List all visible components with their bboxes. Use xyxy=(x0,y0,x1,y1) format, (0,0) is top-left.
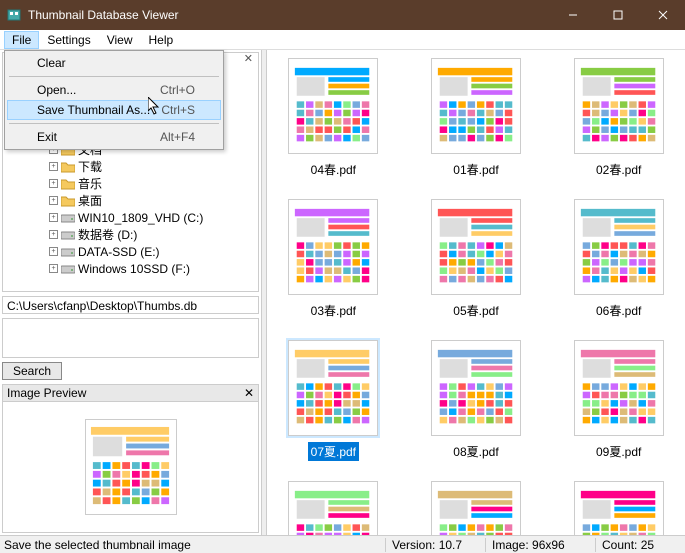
menu-item-open[interactable]: Open...Ctrl+O xyxy=(7,80,221,100)
menu-view[interactable]: View xyxy=(99,31,141,49)
thumbnail-filename: 06春.pdf xyxy=(593,301,644,320)
tree-item[interactable]: + 音乐 xyxy=(15,175,258,192)
expander-icon[interactable]: + xyxy=(49,162,58,171)
status-version: Version: 10.7 xyxy=(385,538,485,552)
thumbnail-image xyxy=(288,58,378,154)
expander-icon[interactable]: + xyxy=(49,213,58,222)
thumbnail-image xyxy=(288,199,378,295)
tree-item-label: Windows 10SSD (F:) xyxy=(78,262,190,276)
thumbnail-item[interactable]: 08夏.pdf xyxy=(420,338,533,461)
preview-close-icon[interactable]: ✕ xyxy=(244,386,254,400)
thumbnail-filename: 08夏.pdf xyxy=(450,442,501,461)
expander-icon[interactable]: + xyxy=(49,196,58,205)
tree-item[interactable]: + 下载 xyxy=(15,158,258,175)
thumbnail-image xyxy=(431,58,521,154)
menu-item-exit[interactable]: ExitAlt+F4 xyxy=(7,127,221,147)
tree-close-icon[interactable]: ✕ xyxy=(244,52,253,65)
thumbnail-image xyxy=(431,199,521,295)
search-button[interactable]: Search xyxy=(2,362,62,380)
thumbnail-filename: 07夏.pdf xyxy=(308,442,359,461)
tree-item[interactable]: + DATA-SSD (E:) xyxy=(15,243,258,260)
thumbnail-filename: 04春.pdf xyxy=(308,160,359,179)
minimize-button[interactable] xyxy=(550,0,595,30)
thumbnail-image xyxy=(574,340,664,436)
thumbnail-filename: 09夏.pdf xyxy=(593,442,644,461)
preview-title: Image Preview xyxy=(7,386,86,400)
maximize-button[interactable] xyxy=(595,0,640,30)
thumbnail-gallery[interactable]: 04春.pdf 01春.pdf 02春.pdf 03春.pdf 05春.pdf 06春.p… xyxy=(267,50,685,535)
thumbnail-image xyxy=(431,340,521,436)
close-button[interactable] xyxy=(640,0,685,30)
tree-item-label: DATA-SSD (E:) xyxy=(78,245,160,259)
image-preview xyxy=(2,402,259,533)
thumbnail-item[interactable]: 11夏.pdf xyxy=(420,479,533,535)
thumbnail-item[interactable]: 06春.pdf xyxy=(562,197,675,320)
expander-icon[interactable]: + xyxy=(49,179,58,188)
menu-settings[interactable]: Settings xyxy=(39,31,98,49)
thumbnail-item[interactable]: 04春.pdf xyxy=(277,56,390,179)
preview-header: Image Preview ✕ xyxy=(2,384,259,402)
tree-item-label: 桌面 xyxy=(78,192,102,209)
thumbnail-image xyxy=(574,199,664,295)
menu-separator xyxy=(9,76,219,77)
tree-item[interactable]: + 数据卷 (D:) xyxy=(15,226,258,243)
menu-item-save-thumbnail[interactable]: Save Thumbnail As...Ctrl+S xyxy=(7,100,221,120)
tree-item[interactable]: + WIN10_1809_VHD (C:) xyxy=(15,209,258,226)
titlebar: Thumbnail Database Viewer xyxy=(0,0,685,30)
status-count: Count: 25 xyxy=(595,538,685,552)
thumbnail-image xyxy=(288,340,378,436)
tree-item-label: 下载 xyxy=(78,158,102,175)
thumbnail-image xyxy=(574,481,664,535)
status-hint: Save the selected thumbnail image xyxy=(0,538,385,552)
thumbnail-filename: 03春.pdf xyxy=(308,301,359,320)
window-title: Thumbnail Database Viewer xyxy=(28,8,550,22)
thumbnail-filename: 02春.pdf xyxy=(593,160,644,179)
tree-item[interactable]: + Windows 10SSD (F:) xyxy=(15,260,258,277)
thumbnail-item[interactable]: 10夏.pdf xyxy=(277,479,390,535)
thumbnail-item[interactable]: 09夏.pdf xyxy=(562,338,675,461)
thumbnail-item[interactable]: 05春.pdf xyxy=(420,197,533,320)
tree-item-label: 音乐 xyxy=(78,175,102,192)
thumbnail-item[interactable]: 02春.pdf xyxy=(562,56,675,179)
menu-separator xyxy=(9,123,219,124)
thumbnail-image xyxy=(574,58,664,154)
file-menu-dropdown: Clear Open...Ctrl+O Save Thumbnail As...… xyxy=(4,50,224,150)
thumbnail-item[interactable]: 03春.pdf xyxy=(277,197,390,320)
thumbnail-filename: 01春.pdf xyxy=(450,160,501,179)
menu-file[interactable]: File xyxy=(4,31,39,49)
thumbnail-item[interactable]: 01春.pdf xyxy=(420,56,533,179)
expander-icon[interactable]: + xyxy=(49,247,58,256)
tree-item[interactable]: + 桌面 xyxy=(15,192,258,209)
status-image: Image: 96x96 xyxy=(485,538,595,552)
app-icon xyxy=(6,7,22,23)
thumbnail-image xyxy=(431,481,521,535)
status-bar: Save the selected thumbnail image Versio… xyxy=(0,535,685,553)
thumbnail-item[interactable]: 12夏.pdf xyxy=(562,479,675,535)
tree-item-label: 数据卷 (D:) xyxy=(78,226,137,243)
expander-icon[interactable]: + xyxy=(49,264,58,273)
thumbnail-filename: 05春.pdf xyxy=(450,301,501,320)
menubar: File Settings View Help xyxy=(0,30,685,50)
path-display: C:\Users\cfanp\Desktop\Thumbs.db xyxy=(2,296,259,314)
menu-help[interactable]: Help xyxy=(141,31,182,49)
tree-item-label: WIN10_1809_VHD (C:) xyxy=(78,211,203,225)
menu-item-clear[interactable]: Clear xyxy=(7,53,221,73)
expander-icon[interactable]: + xyxy=(49,230,58,239)
thumbnail-item[interactable]: 07夏.pdf xyxy=(277,338,390,461)
thumbnail-image xyxy=(288,481,378,535)
search-input[interactable] xyxy=(2,318,259,358)
